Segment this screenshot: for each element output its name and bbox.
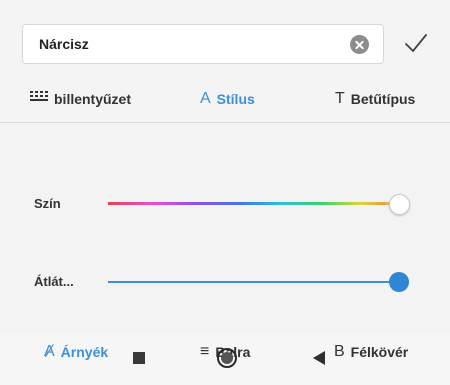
tab-bold-label: Félkövér <box>350 344 409 360</box>
circle-icon[interactable] <box>217 348 237 368</box>
tab-keyboard-label: billentyűzet <box>54 91 132 107</box>
color-slider-thumb[interactable] <box>389 194 410 215</box>
style-panel: Szín Átlát... <box>0 123 450 333</box>
color-slider-label: Szín <box>34 196 61 211</box>
shadow-icon: Ⱥ <box>44 343 55 360</box>
bold-icon: B <box>334 343 345 360</box>
name-input-value[interactable]: Nárcisz <box>39 36 89 52</box>
top-bar: Nárcisz <box>0 0 450 76</box>
tab-shadow-label: Árnyék <box>60 344 109 360</box>
tab-style-label: Stílus <box>216 91 255 107</box>
tab-font-label: Betűtípus <box>350 91 416 107</box>
color-slider-track[interactable] <box>108 202 398 205</box>
square-icon[interactable] <box>133 352 145 364</box>
letter-a-icon: A <box>200 90 211 107</box>
checkmark-icon[interactable] <box>402 30 430 56</box>
opacity-slider-track[interactable] <box>108 281 398 283</box>
clear-icon[interactable] <box>350 35 369 54</box>
opacity-slider-thumb[interactable] <box>389 272 409 292</box>
opacity-slider-label: Átlát... <box>34 274 74 289</box>
tab-keyboard[interactable]: billentyűzet <box>30 88 131 110</box>
tab-bold[interactable]: B Félkövér <box>334 343 408 361</box>
tab-style[interactable]: A Stílus <box>200 88 255 110</box>
keyboard-icon <box>30 90 48 108</box>
letter-t-icon: T <box>335 90 345 107</box>
tab-font[interactable]: T Betűtípus <box>335 88 415 110</box>
triangle-back-icon[interactable] <box>313 351 325 365</box>
align-left-icon: ≡ <box>200 343 210 360</box>
tab-bar: billentyűzet A Stílus T Betűtípus <box>0 76 450 123</box>
name-input[interactable]: Nárcisz <box>22 24 384 64</box>
tab-shadow[interactable]: Ⱥ Árnyék <box>44 343 108 361</box>
